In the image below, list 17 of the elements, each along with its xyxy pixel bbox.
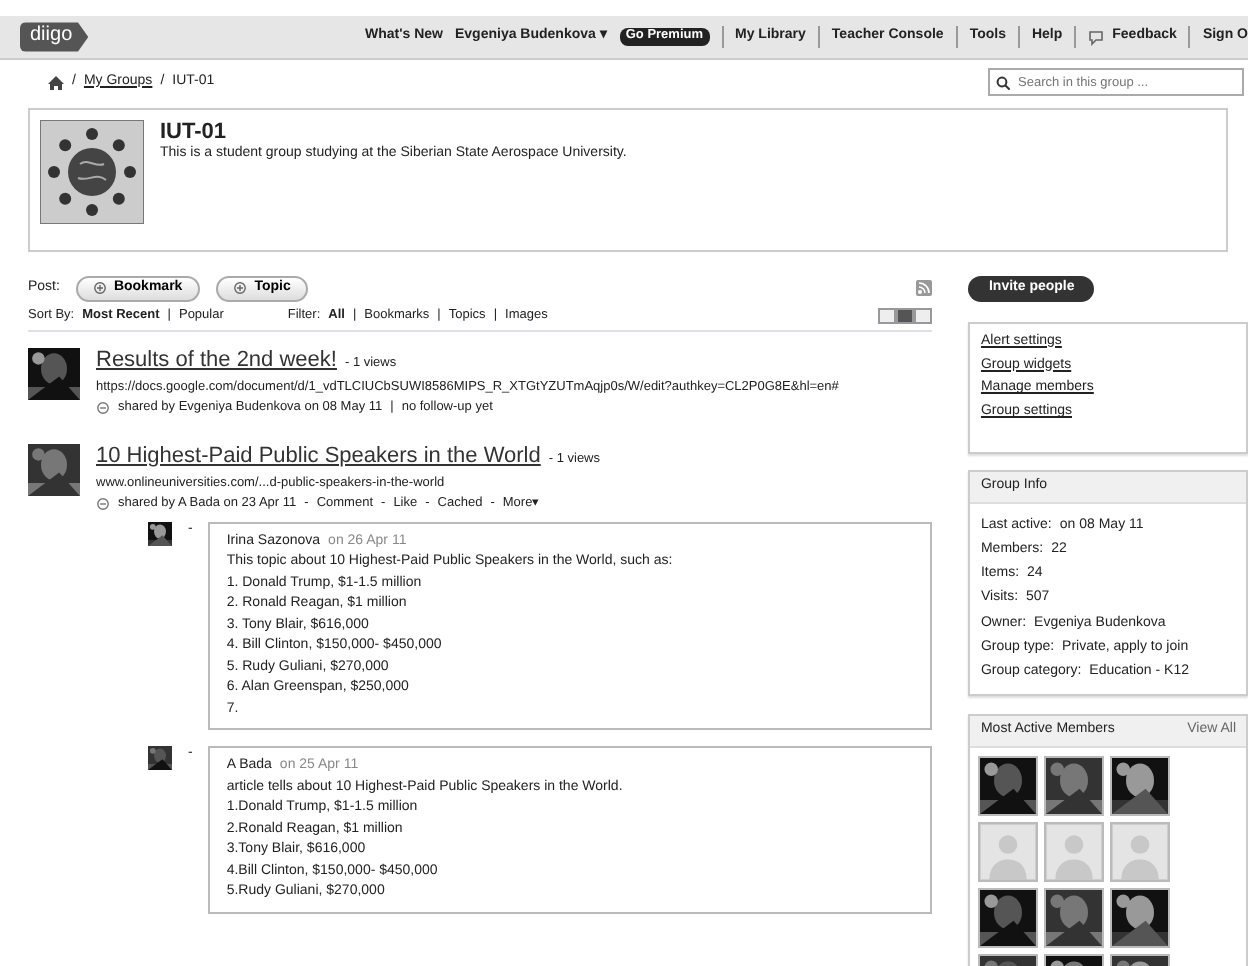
avatar bbox=[978, 822, 1039, 882]
group-logo bbox=[40, 120, 144, 224]
rss-icon bbox=[916, 280, 933, 297]
view-toggle[interactable] bbox=[896, 307, 915, 324]
avatar bbox=[1110, 822, 1171, 882]
item-title[interactable]: 10 Highest-Paid Public Speakers in the World bbox=[96, 443, 541, 472]
home-icon bbox=[48, 75, 64, 89]
view-toggle[interactable] bbox=[878, 307, 897, 324]
plus-icon bbox=[93, 282, 106, 295]
item-title[interactable]: Results of the 2nd week! bbox=[96, 347, 337, 376]
group-title: IUT-01 bbox=[160, 120, 229, 145]
view-toggle[interactable] bbox=[914, 307, 933, 324]
speech-icon bbox=[1088, 29, 1105, 45]
search-icon bbox=[996, 76, 1010, 90]
avatar bbox=[1044, 822, 1105, 882]
plus-icon bbox=[234, 282, 247, 295]
logo[interactable]: diigo bbox=[20, 22, 89, 52]
